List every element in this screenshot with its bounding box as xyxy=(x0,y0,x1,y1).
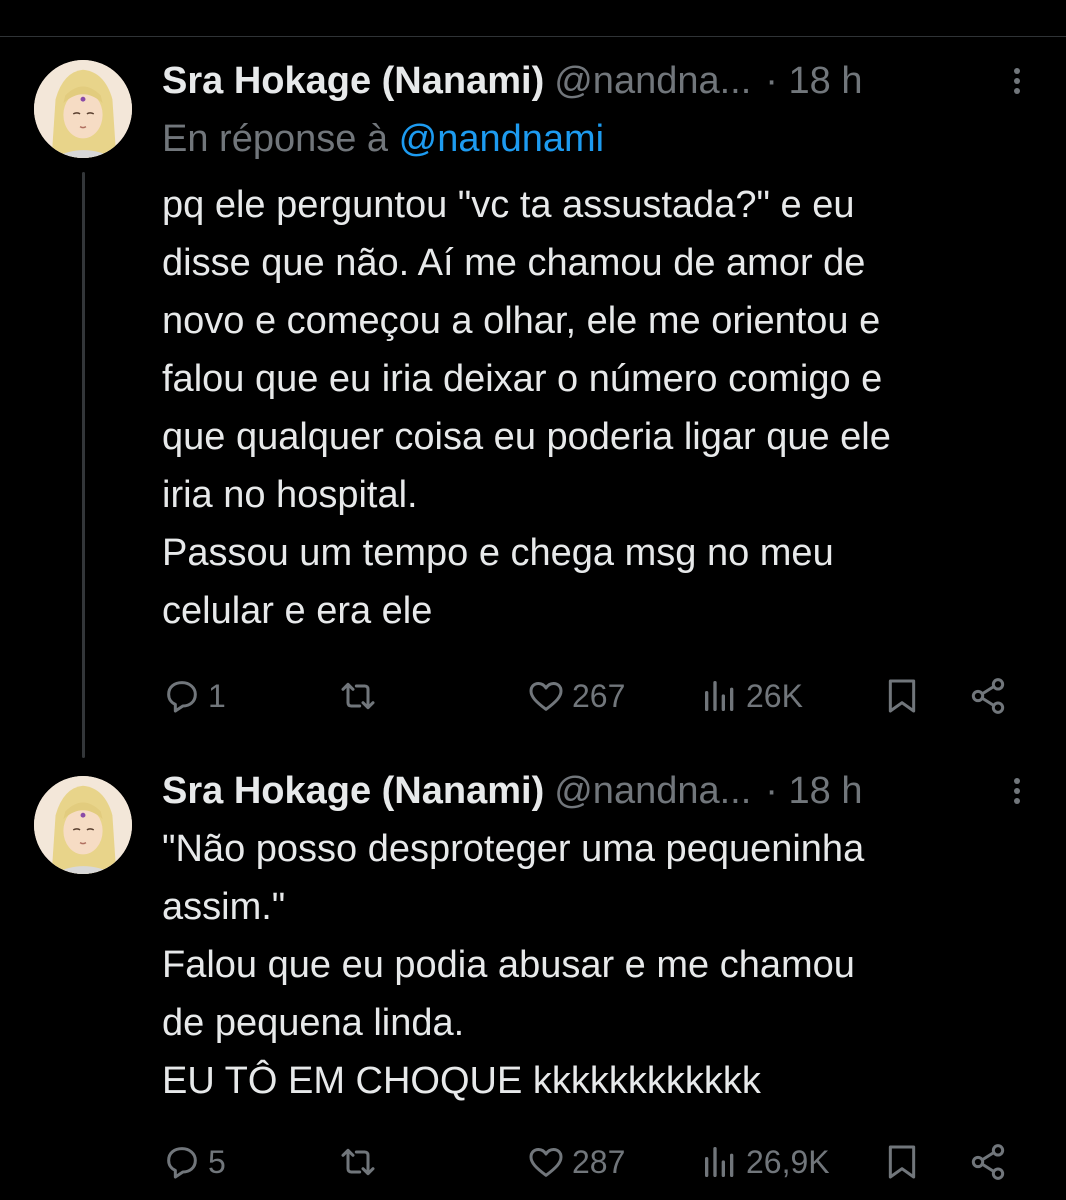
like-button[interactable]: 267 xyxy=(526,672,625,720)
avatar-image xyxy=(34,60,132,158)
avatar-image xyxy=(34,776,132,874)
tweet-text-line: Falou que eu podia abusar e me chamou xyxy=(162,944,855,986)
tweet-text: "Não posso desproteger uma pequeninha as… xyxy=(162,820,1036,1110)
tweet-header: Sra Hokage (Nanami) @nandna... · 18 h xyxy=(162,58,1026,104)
action-bar: 1 267 26K xyxy=(162,672,1032,720)
author-name[interactable]: Sra Hokage (Nanami) xyxy=(162,60,544,102)
timestamp[interactable]: · 18 h xyxy=(765,770,862,812)
views-icon xyxy=(705,681,734,711)
retweet-button[interactable] xyxy=(338,1138,384,1186)
tweet-text-line: iria no hospital. xyxy=(162,474,418,516)
tweet-text-line: de pequena linda. xyxy=(162,1002,465,1044)
action-bar: 5 287 26,9K xyxy=(162,1138,1032,1186)
share-button[interactable] xyxy=(968,1138,1008,1186)
tweet[interactable]: Sra Hokage (Nanami) @nandna... · 18 h En r… xyxy=(0,36,1066,748)
tweet-text-line: EU TÔ EM CHOQUE kkkkkkkkkkkk xyxy=(162,1060,761,1102)
tweet-text-line: disse que não. Aí me chamou de amor de xyxy=(162,242,866,284)
tweet-text-line: pq ele perguntou "vc ta assustada?" e eu xyxy=(162,184,855,226)
reply-count: 1 xyxy=(208,677,226,714)
tweet-header: Sra Hokage (Nanami) @nandna... · 18 h xyxy=(162,768,1026,814)
views-count: 26K xyxy=(746,677,803,714)
tweet-text-line: novo e começou a olhar, ele me orientou … xyxy=(162,300,881,342)
share-button[interactable] xyxy=(968,672,1008,720)
reply-count: 5 xyxy=(208,1143,226,1180)
bookmark-button[interactable] xyxy=(882,672,922,720)
timestamp[interactable]: · 18 h xyxy=(765,60,862,102)
like-icon xyxy=(529,1148,563,1177)
bookmark-icon xyxy=(888,679,916,713)
tweet-text-line: que qualquer coisa eu poderia ligar que … xyxy=(162,416,891,458)
views-button[interactable]: 26K xyxy=(700,672,803,720)
reply-button[interactable]: 1 xyxy=(162,672,226,720)
views-count: 26,9K xyxy=(746,1143,830,1180)
share-icon xyxy=(971,1144,1005,1180)
tweet-text-line: assim." xyxy=(162,886,286,928)
bookmark-icon xyxy=(888,1145,916,1179)
reply-mention-link[interactable]: @nandnami xyxy=(399,118,604,160)
avatar[interactable] xyxy=(34,60,132,158)
like-icon xyxy=(529,682,563,711)
tweet-text: pq ele perguntou "vc ta assustada?" e eu… xyxy=(162,176,1036,640)
tweet-text-line: "Não posso desproteger uma pequeninha xyxy=(162,828,865,870)
retweet-icon xyxy=(341,682,375,710)
reply-button[interactable]: 5 xyxy=(162,1138,226,1186)
reply-context: En réponse à @nandnami xyxy=(162,116,604,162)
views-icon xyxy=(705,1147,734,1177)
avatar[interactable] xyxy=(34,776,132,874)
retweet-icon xyxy=(341,1148,375,1176)
retweet-button[interactable] xyxy=(338,672,384,720)
reply-icon xyxy=(167,681,197,713)
author-name[interactable]: Sra Hokage (Nanami) xyxy=(162,770,544,812)
like-count: 287 xyxy=(572,1143,626,1180)
author-handle[interactable]: @nandna... xyxy=(554,770,751,812)
share-icon xyxy=(971,678,1005,714)
like-count: 267 xyxy=(572,677,626,714)
author-handle[interactable]: @nandna... xyxy=(554,60,751,102)
tweet-text-line: falou que eu iria deixar o número comigo… xyxy=(162,358,883,400)
bookmark-button[interactable] xyxy=(882,1138,922,1186)
more-icon[interactable] xyxy=(1008,64,1026,100)
reply-icon xyxy=(167,1147,197,1179)
reply-prefix: En réponse à xyxy=(162,118,389,160)
tweet[interactable]: Sra Hokage (Nanami) @nandna... · 18 h "Não… xyxy=(0,748,1066,1200)
more-icon[interactable] xyxy=(1008,774,1026,810)
views-button[interactable]: 26,9K xyxy=(700,1138,830,1186)
like-button[interactable]: 287 xyxy=(526,1138,625,1186)
tweet-text-line: celular e era ele xyxy=(162,590,433,632)
tweet-text-line: Passou um tempo e chega msg no meu xyxy=(162,532,834,574)
